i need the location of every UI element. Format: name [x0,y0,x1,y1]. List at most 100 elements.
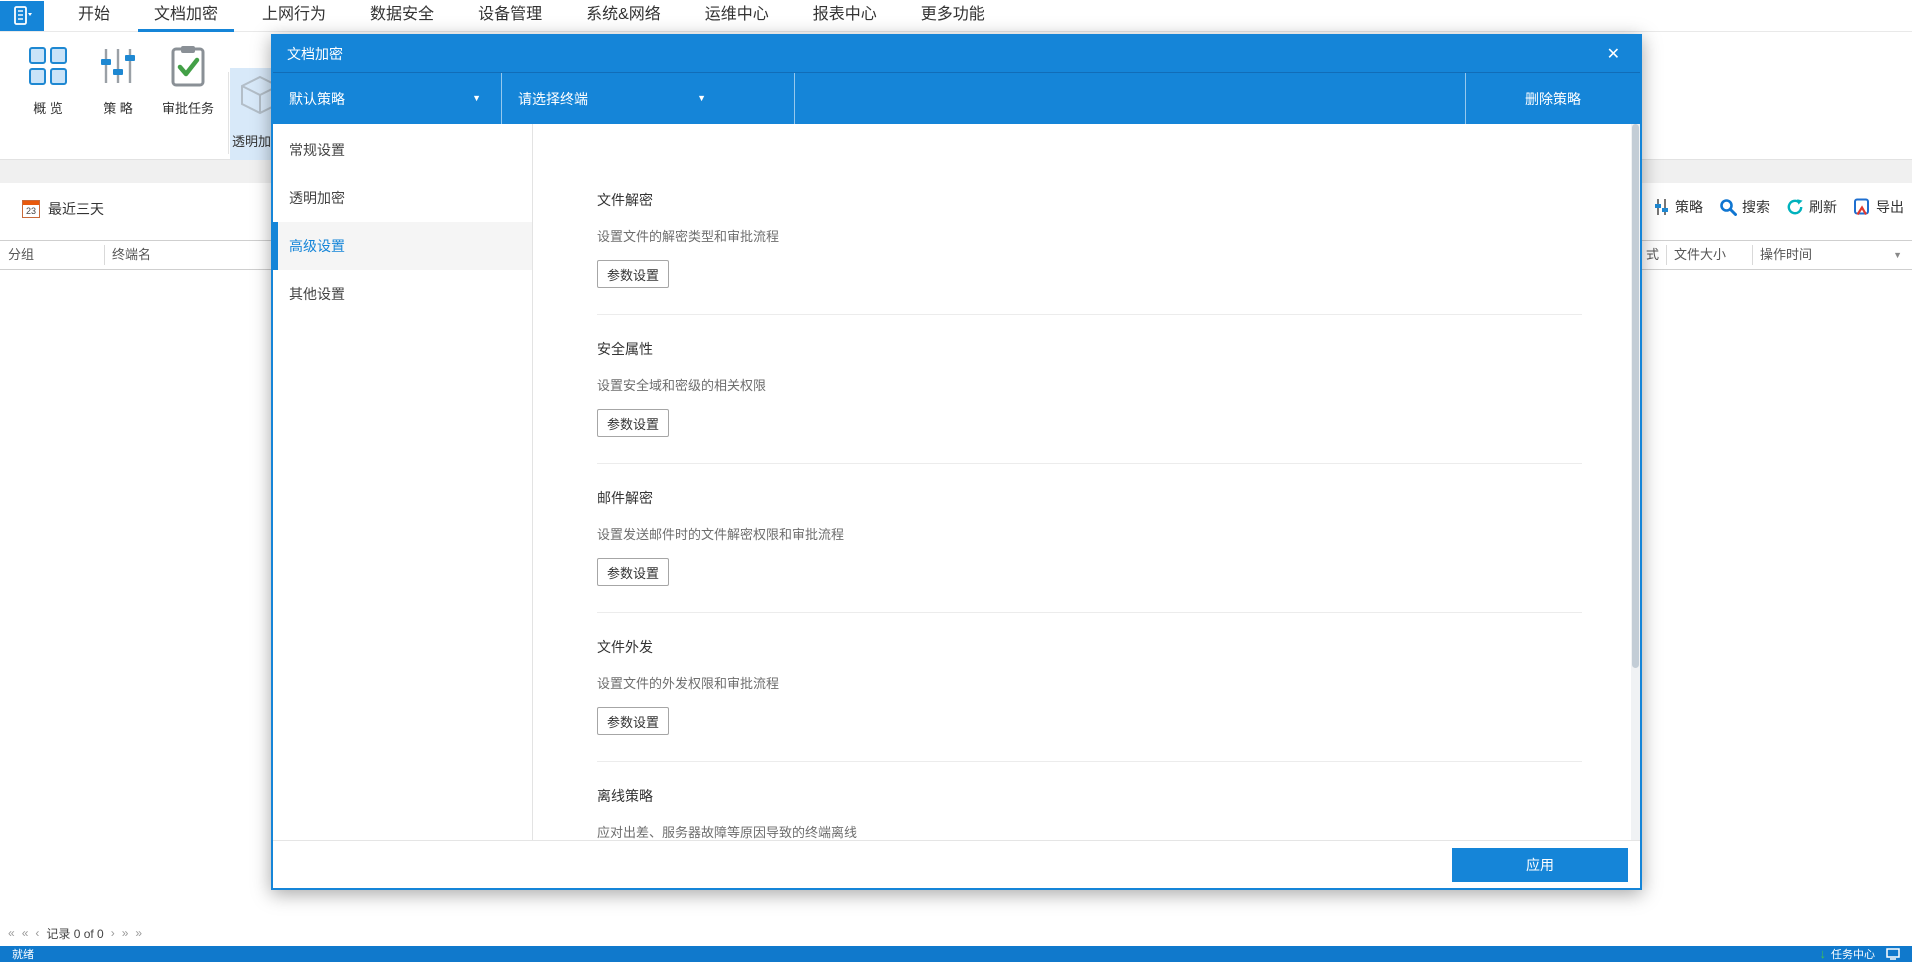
dialog-title: 文档加密 [287,46,343,62]
column-header-time[interactable]: 操作时间 [1760,241,1812,269]
section-description: 设置文件的解密类型和审批流程 [597,229,780,244]
app-menu-button[interactable] [0,1,44,31]
list-toolbar: 策略 搜索 刷新 导出 [1654,197,1904,217]
pager-last-button[interactable]: » [135,926,142,940]
dialog-scrollbar[interactable] [1631,124,1640,840]
scrollbar-thumb[interactable] [1632,124,1639,669]
param-settings-button[interactable]: 参数设置 [597,707,669,735]
policy-select-dropdown[interactable]: 默认策略 ▼ [273,73,501,124]
pager-first-button[interactable]: « [8,926,15,940]
menu-bar: 开始 文档加密 上网行为 数据安全 设备管理 系统&网络 运维中心 报表中心 更… [0,0,1912,34]
chevron-down-icon: ▼ [472,93,481,103]
refresh-button[interactable]: 刷新 [1786,197,1837,217]
policy-tool-label: 策略 [1675,199,1703,215]
policy-select-value: 默认策略 [289,90,345,107]
pager-record-label: 记录 0 of 0 [46,926,104,941]
section-title: 邮件解密 [597,490,653,506]
param-settings-button[interactable]: 参数设置 [597,558,669,586]
section-mail-decryption: 邮件解密 设置发送邮件时的文件解密权限和审批流程 参数设置 [597,464,1582,613]
date-range-label: 最近三天 [48,201,104,217]
policy-small-icon [1655,199,1668,215]
section-description: 设置安全域和密级的相关权限 [597,378,767,393]
ribbon-policy-label: 策 略 [103,101,133,116]
chevron-down-icon: ▼ [697,93,706,103]
param-settings-button[interactable]: 参数设置 [597,260,669,288]
menu-item-more[interactable]: 更多功能 [899,0,1007,32]
ribbon-approval-button[interactable]: 审批任务 [146,40,230,128]
terminal-select-dropdown[interactable]: 请选择终端 ▼ [502,73,794,124]
section-file-decryption: 文件解密 设置文件的解密类型和审批流程 参数设置 [597,166,1582,315]
ribbon-divider [228,72,229,154]
terminal-select-placeholder: 请选择终端 [518,90,588,107]
close-icon[interactable]: ✕ [1601,44,1626,64]
nav-item-general-settings[interactable]: 常规设置 [273,126,532,174]
policy-sliders-icon [101,49,135,83]
export-button[interactable]: 导出 [1853,197,1904,217]
pager-prev-page-button[interactable]: « [22,926,29,940]
nav-item-other-settings[interactable]: 其他设置 [273,270,532,318]
column-header-terminal[interactable]: 终端名 [112,241,151,269]
column-header-fragment[interactable]: 式 [1646,241,1659,269]
section-description: 应对出差、服务器故障等原因导致的终端离线 [597,825,858,840]
section-title: 文件外发 [597,639,653,655]
section-description: 设置发送邮件时的文件解密权限和审批流程 [597,527,845,542]
status-bar: 就绪 ↓ 任务中心 [0,946,1912,962]
dialog-body: 常规设置 透明加密 高级设置 其他设置 文件解密 设置文件的解密类型和审批流程 … [273,124,1640,840]
nav-item-transparent-encryption[interactable]: 透明加密 [273,174,532,222]
apply-button[interactable]: 应用 [1452,848,1628,882]
column-menu-caret-icon[interactable]: ▼ [1893,241,1902,269]
column-separator[interactable] [1666,245,1667,265]
doc-encryption-dialog: 文档加密 ✕ 默认策略 ▼ 请选择终端 ▼ 删除策略 常规设置 透明加密 高级设… [271,34,1642,890]
menu-item-doc-encryption[interactable]: 文档加密 [132,0,240,34]
download-arrow-icon: ↓ [1819,946,1827,961]
ribbon-approval-label: 审批任务 [161,101,214,116]
column-header-group[interactable]: 分组 [8,241,34,269]
pager-prev-button[interactable]: ‹ [35,926,39,940]
dialog-title-bar: 文档加密 ✕ [273,36,1640,72]
section-file-outgoing: 文件外发 设置文件的外发权限和审批流程 参数设置 [597,613,1582,762]
menu-item-data-security[interactable]: 数据安全 [348,0,456,32]
refresh-label: 刷新 [1809,199,1837,215]
menu-item-report-center[interactable]: 报表中心 [791,0,899,32]
param-settings-button[interactable]: 参数设置 [597,409,669,437]
nav-item-advanced-settings[interactable]: 高级设置 [273,222,532,270]
top-menu: 开始 文档加密 上网行为 数据安全 设备管理 系统&网络 运维中心 报表中心 更… [56,0,1007,34]
date-range-filter[interactable]: 23 最近三天 [22,199,104,219]
monitor-icon[interactable] [1886,948,1900,960]
approval-clipboard-icon [171,46,205,87]
search-button[interactable]: 搜索 [1719,197,1770,217]
menu-item-start[interactable]: 开始 [56,0,132,32]
search-label: 搜索 [1742,199,1770,215]
section-description: 设置文件的外发权限和审批流程 [597,676,780,691]
export-label: 导出 [1876,199,1904,215]
dialog-footer: 应用 [273,840,1640,888]
dialog-sidebar: 常规设置 透明加密 高级设置 其他设置 [273,124,533,840]
pager-next-page-button[interactable]: » [122,926,129,940]
refresh-icon [1787,199,1803,215]
calendar-icon: 23 [22,200,40,218]
dialog-toolbar: 默认策略 ▼ 请选择终端 ▼ 删除策略 [273,72,1640,124]
section-title: 离线策略 [597,788,653,804]
column-separator[interactable] [1752,245,1753,265]
search-icon [1720,199,1737,216]
section-title: 文件解密 [597,192,653,208]
menu-item-ops-center[interactable]: 运维中心 [683,0,791,32]
section-title: 安全属性 [597,341,653,357]
overview-grid-icon [29,47,67,85]
ribbon-overview-label: 概 览 [33,101,63,116]
settings-panel: 文件解密 设置文件的解密类型和审批流程 参数设置 安全属性 设置安全域和密级的相… [533,124,1640,840]
section-security-attributes: 安全属性 设置安全域和密级的相关权限 参数设置 [597,315,1582,464]
menu-item-system-network[interactable]: 系统&网络 [564,0,683,32]
menu-item-device-mgmt[interactable]: 设备管理 [456,0,564,32]
pager-next-button[interactable]: › [111,926,115,940]
menu-item-web-behavior[interactable]: 上网行为 [240,0,348,32]
delete-policy-button[interactable]: 删除策略 [1466,73,1640,124]
pager-bar: « « ‹ 记录 0 of 0 › » » [0,920,1912,946]
column-header-filesize[interactable]: 文件大小 [1674,241,1726,269]
section-offline-policy: 离线策略 应对出差、服务器故障等原因导致的终端离线 [597,762,1582,840]
column-separator[interactable] [104,245,105,265]
task-center-button[interactable]: 任务中心 [1831,946,1875,962]
app-logo-icon [14,6,32,25]
status-ready-label: 就绪 [12,949,34,961]
policy-tool-button[interactable]: 策略 [1654,197,1703,217]
